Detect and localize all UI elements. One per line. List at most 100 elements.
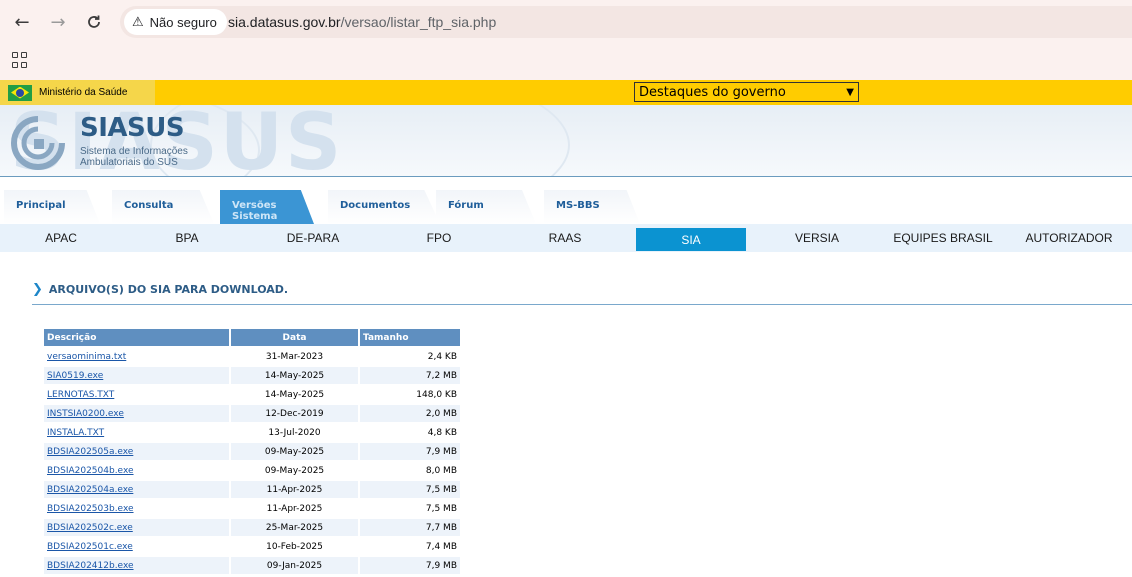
main-tabs: Principal Consulta Versões Sistema Docum… <box>0 190 1132 224</box>
table-row: INSTSIA0200.exe 12-Dec-2019 2,0 MB <box>44 405 460 422</box>
bookmarks-bar <box>0 44 1132 80</box>
file-date-cell: 10-Feb-2025 <box>266 541 323 552</box>
file-download-link[interactable]: BDSIA202503b.exe <box>47 504 134 514</box>
file-name-cell: INSTSIA0200.exe <box>44 405 229 422</box>
section-heading: ❯ ARQUIVO(S) DO SIA PARA DOWNLOAD. <box>32 282 288 297</box>
file-date-cell: 31-Mar-2023 <box>265 351 324 362</box>
url-text[interactable]: sia.datasus.gov.br/versao/listar_ftp_sia… <box>228 14 496 30</box>
table-row: INSTALA.TXT 13-Jul-2020 4,8 KB <box>44 424 460 441</box>
file-size-cell: 7,9 MB <box>360 557 460 574</box>
file-date-cell: 14-May-2025 <box>264 389 325 400</box>
url-path: /versao/listar_ftp_sia.php <box>340 14 497 30</box>
file-date-cell: 25-Mar-2025 <box>231 519 358 536</box>
file-name-cell: BDSIA202501c.exe <box>44 538 229 555</box>
site-header: SIASUS SIASUS Sistema de Informações Amb… <box>0 105 1132 177</box>
table-row: versaominima.txt 31-Mar-2023 2,4 KB <box>44 348 460 365</box>
file-size-cell: 7,5 MB <box>425 503 457 514</box>
logo-title: SIASUS <box>80 113 185 143</box>
file-size-cell: 4,8 KB <box>427 427 457 438</box>
select-value: Destaques do governo <box>639 84 786 100</box>
table-row: BDSIA202503b.exe 11-Apr-2025 7,5 MB <box>44 500 460 517</box>
logo-subtitle-line-1: Sistema de Informações <box>80 146 188 157</box>
logo-subtitle: Sistema de Informações Ambulatoriais do … <box>80 146 188 168</box>
file-download-link[interactable]: INSTALA.TXT <box>47 428 104 438</box>
subnav-autorizador[interactable]: AUTORIZADOR <box>1020 224 1118 251</box>
file-download-link[interactable]: BDSIA202504a.exe <box>47 485 133 495</box>
file-name-cell: SIA0519.exe <box>44 367 229 384</box>
table-row: BDSIA202504b.exe 09-May-2025 8,0 MB <box>44 462 460 479</box>
back-arrow-icon[interactable]: ← <box>10 10 34 34</box>
forward-arrow-icon[interactable]: → <box>46 10 70 34</box>
chevron-down-icon: ▼ <box>846 86 854 98</box>
logo-subtitle-line-2: Ambulatoriais do SUS <box>80 157 178 168</box>
gov-bar: Ministério da Saúde Destaques do governo… <box>0 80 1132 105</box>
file-download-link[interactable]: INSTSIA0200.exe <box>47 409 124 419</box>
table-row: BDSIA202412b.exe 09-Jan-2025 7,9 MB <box>44 557 460 574</box>
subnav-bpa[interactable]: BPA <box>146 224 228 251</box>
file-name-cell: BDSIA202504b.exe <box>44 462 229 479</box>
siasus-logo-icon <box>11 116 65 170</box>
file-download-link[interactable]: BDSIA202412b.exe <box>47 561 134 571</box>
file-download-link[interactable]: BDSIA202505a.exe <box>47 447 133 457</box>
government-highlights-select[interactable]: Destaques do governo ▼ <box>634 82 859 102</box>
file-size-cell: 7,4 MB <box>425 541 457 552</box>
file-name-cell: BDSIA202502c.exe <box>44 519 229 536</box>
file-download-link[interactable]: BDSIA202501c.exe <box>47 542 133 552</box>
file-name-cell: INSTALA.TXT <box>44 424 229 441</box>
security-chip[interactable]: ⚠ Não seguro <box>124 9 227 35</box>
file-name-cell: BDSIA202504a.exe <box>44 481 229 498</box>
subnav-raas[interactable]: RAAS <box>524 224 606 251</box>
file-size-cell: 8,0 MB <box>425 465 457 476</box>
file-download-link[interactable]: BDSIA202502c.exe <box>47 523 133 533</box>
security-label: Não seguro <box>149 14 217 30</box>
sub-navigation: APAC BPA DE-PARA FPO RAAS SIA VERSIA EQU… <box>0 224 1132 252</box>
ministry-label: Ministério da Saúde <box>39 87 128 98</box>
file-date-cell: 09-May-2025 <box>264 465 325 476</box>
file-name-cell: LERNOTAS.TXT <box>44 386 229 403</box>
subnav-apac[interactable]: APAC <box>20 224 102 251</box>
file-date-cell: 13-Jul-2020 <box>268 427 321 438</box>
file-download-link[interactable]: SIA0519.exe <box>47 371 103 381</box>
url-host: sia.datasus.gov.br <box>228 14 341 30</box>
table-row: BDSIA202505a.exe 09-May-2025 7,9 MB <box>44 443 460 460</box>
file-size-cell: 2,0 MB <box>360 405 460 422</box>
table-row: LERNOTAS.TXT 14-May-2025 148,0 KB <box>44 386 460 403</box>
chevron-right-icon: ❯ <box>32 282 43 297</box>
section-divider <box>32 304 1132 305</box>
file-size-cell: 7,5 MB <box>360 481 460 498</box>
tab-forum[interactable]: Fórum <box>436 190 536 224</box>
subnav-sia[interactable]: SIA <box>636 228 746 251</box>
table-row: BDSIA202502c.exe 25-Mar-2025 7,7 MB <box>44 519 460 536</box>
file-download-link[interactable]: versaominima.txt <box>47 352 126 362</box>
file-name-cell: BDSIA202505a.exe <box>44 443 229 460</box>
file-size-cell: 2,4 KB <box>427 351 457 362</box>
file-size-cell: 148,0 KB <box>416 389 457 400</box>
table-header-row: Descrição Data Tamanho <box>44 329 460 346</box>
column-header-description: Descrição <box>44 329 229 346</box>
subnav-equipes-brasil[interactable]: EQUIPES BRASIL <box>886 224 1000 251</box>
tab-ms-bbs[interactable]: MS-BBS <box>544 190 640 224</box>
address-bar[interactable]: ⚠ Não seguro sia.datasus.gov.br/versao/l… <box>120 6 1132 38</box>
reload-icon[interactable] <box>82 10 106 34</box>
ministry-link[interactable]: Ministério da Saúde <box>0 80 155 105</box>
table-row: BDSIA202501c.exe 10-Feb-2025 7,4 MB <box>44 538 460 555</box>
file-date-cell: 12-Dec-2019 <box>231 405 358 422</box>
file-name-cell: BDSIA202412b.exe <box>44 557 229 574</box>
tab-versoes-sistema[interactable]: Versões Sistema <box>220 190 314 224</box>
table-row: BDSIA202504a.exe 11-Apr-2025 7,5 MB <box>44 481 460 498</box>
tab-consulta[interactable]: Consulta <box>112 190 214 224</box>
section-title-text: ARQUIVO(S) DO SIA PARA DOWNLOAD. <box>48 283 289 296</box>
file-download-link[interactable]: BDSIA202504b.exe <box>47 466 134 476</box>
file-download-link[interactable]: LERNOTAS.TXT <box>47 390 114 400</box>
file-date-cell: 14-May-2025 <box>231 367 358 384</box>
table-body: versaominima.txt 31-Mar-2023 2,4 KB SIA0519… <box>44 348 460 574</box>
file-size-cell: 7,9 MB <box>360 443 460 460</box>
subnav-fpo[interactable]: FPO <box>398 224 480 251</box>
subnav-versia[interactable]: VERSIA <box>776 224 858 251</box>
apps-grid-icon[interactable] <box>12 52 28 68</box>
brazil-flag-icon <box>8 84 32 101</box>
file-date-cell: 09-May-2025 <box>231 443 358 460</box>
tab-documentos[interactable]: Documentos <box>328 190 440 224</box>
tab-principal[interactable]: Principal <box>4 190 100 224</box>
subnav-de-para[interactable]: DE-PARA <box>272 224 354 251</box>
